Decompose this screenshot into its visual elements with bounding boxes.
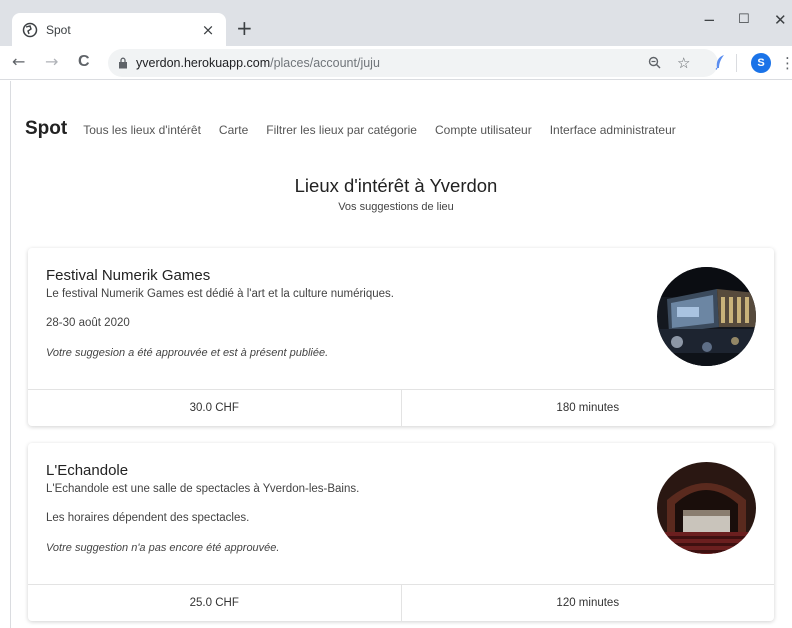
address-bar[interactable]: yverdon.herokuapp.com/places/account/juj… (108, 49, 718, 77)
page-title: Lieux d'intérêt à Yverdon (294, 175, 498, 196)
browser-titlebar: Spot × + − ☐ ✕ (0, 0, 792, 46)
maximize-button[interactable]: ☐ (738, 12, 750, 28)
nav-link-admin[interactable]: Interface administrateur (550, 123, 676, 137)
menu-kebab-icon[interactable]: ⋮ (780, 54, 792, 72)
nav-link-map[interactable]: Carte (219, 123, 248, 137)
tab-close-icon[interactable]: × (200, 21, 216, 39)
card-image-festival (657, 267, 756, 366)
card-status: Votre suggestion n'a pas encore été appr… (46, 542, 280, 554)
browser-tab[interactable]: Spot × (12, 13, 226, 46)
lock-icon (118, 57, 128, 69)
page-subtitle: Vos suggestions de lieu (338, 201, 454, 213)
card-title: L'Echandole (46, 462, 129, 479)
toolbar-divider (736, 54, 737, 72)
card-duration: 120 minutes (400, 585, 775, 621)
window-edge (10, 81, 11, 628)
new-tab-button[interactable]: + (236, 18, 253, 38)
card-footer: 25.0 CHF 120 minutes (28, 584, 774, 621)
extension-icon[interactable] (714, 54, 726, 74)
card-body: L'Echandole L'Echandole est une salle de… (28, 443, 774, 584)
url-path: /places/account/juju (270, 56, 380, 70)
card-duration: 180 minutes (400, 390, 775, 426)
card-title: Festival Numerik Games (46, 267, 211, 284)
profile-avatar[interactable]: S (751, 53, 771, 73)
reload-button[interactable]: C (78, 53, 90, 71)
minimize-button[interactable]: − (703, 12, 716, 28)
globe-icon (22, 22, 38, 38)
close-window-button[interactable]: ✕ (774, 12, 787, 28)
site-brand[interactable]: Spot (25, 118, 67, 140)
url-text: yverdon.herokuapp.com/places/account/juj… (136, 56, 380, 70)
site-navbar: Spot Tous les lieux d'intérêt Carte Filt… (25, 118, 694, 140)
browser-toolbar: ← → C yverdon.herokuapp.com/places/accou… (0, 46, 792, 80)
nav-link-all-places[interactable]: Tous les lieux d'intérêt (83, 123, 201, 137)
place-card[interactable]: L'Echandole L'Echandole est une salle de… (28, 443, 774, 621)
card-price: 25.0 CHF (189, 597, 239, 609)
bookmark-star-icon[interactable]: ☆ (677, 54, 690, 72)
url-host: yverdon.herokuapp.com (136, 56, 271, 70)
place-card[interactable]: Festival Numerik Games Le festival Numer… (28, 248, 774, 426)
page-header: Lieux d'intérêt à Yverdon Vos suggestion… (0, 175, 792, 213)
forward-button[interactable]: → (45, 53, 58, 71)
nav-link-filter-category[interactable]: Filtrer les lieux par catégorie (266, 123, 417, 137)
nav-link-user-account[interactable]: Compte utilisateur (435, 123, 532, 137)
card-footer: 30.0 CHF 180 minutes (28, 389, 774, 426)
card-price: 30.0 CHF (189, 402, 239, 414)
back-button[interactable]: ← (12, 53, 25, 71)
card-status: Votre suggesion a été approuvée et est à… (46, 347, 329, 359)
zoom-icon[interactable] (648, 56, 661, 73)
card-image-echandole (657, 462, 756, 554)
card-body: Festival Numerik Games Le festival Numer… (28, 248, 774, 389)
tab-title: Spot (46, 22, 71, 37)
